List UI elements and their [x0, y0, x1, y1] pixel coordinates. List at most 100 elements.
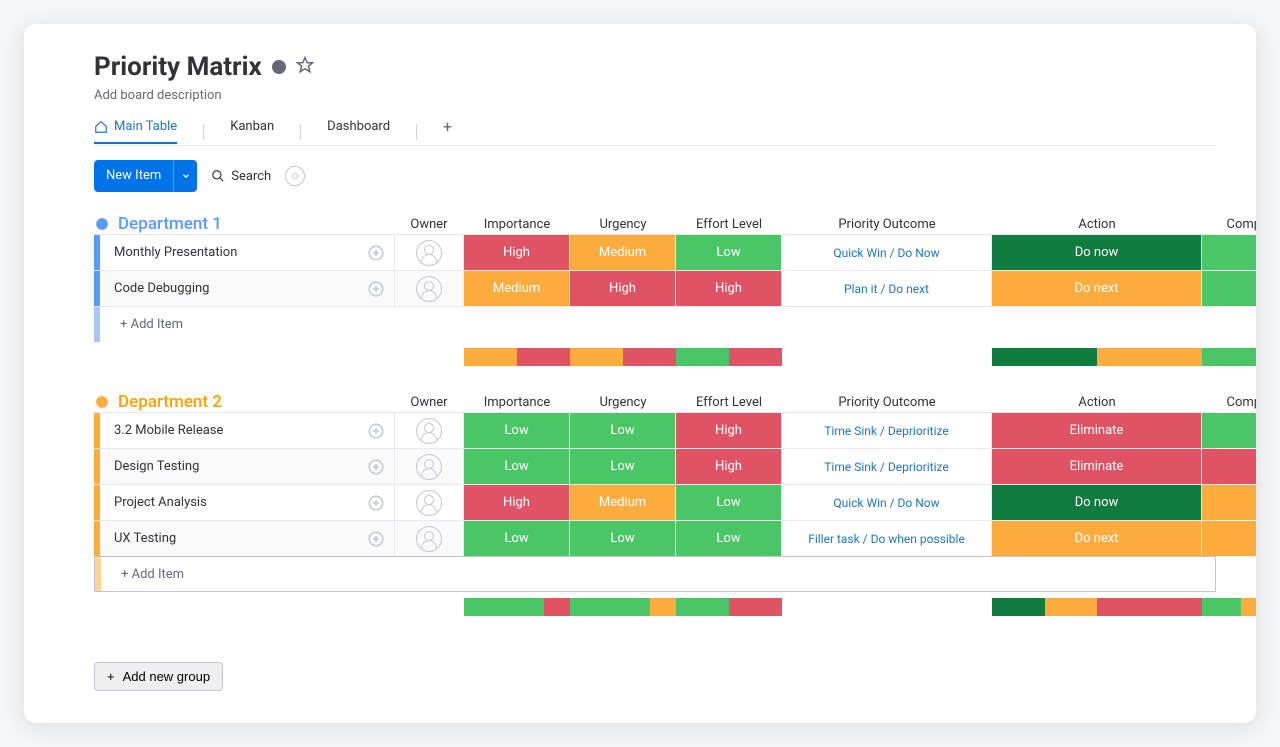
importance-cell[interactable]: High — [464, 485, 570, 520]
column-action[interactable]: Action — [992, 217, 1202, 232]
summary-action — [992, 598, 1202, 616]
add-tab-button[interactable]: + — [443, 117, 452, 146]
column-action[interactable]: Action — [992, 395, 1202, 410]
priority-cell[interactable]: Time Sink / Deprioritize — [782, 449, 992, 484]
effort-cell[interactable]: Low — [676, 235, 782, 270]
action-cell[interactable]: Eliminate — [992, 413, 1202, 448]
item-name-cell[interactable]: 3.2 Mobile Release — [94, 413, 394, 448]
effort-cell[interactable]: High — [676, 449, 782, 484]
urgency-cell[interactable]: Low — [570, 413, 676, 448]
board-description[interactable]: Add board description — [94, 88, 1216, 103]
urgency-cell[interactable]: Medium — [570, 485, 676, 520]
effort-cell[interactable]: High — [676, 271, 782, 306]
item-name-cell[interactable]: UX Testing — [94, 521, 394, 556]
urgency-cell[interactable]: Low — [570, 449, 676, 484]
person-icon — [416, 418, 442, 444]
completion-cell[interactable]: Pending — [1202, 485, 1256, 520]
action-cell[interactable]: Do next — [992, 521, 1202, 556]
add-subitem-icon[interactable] — [366, 279, 386, 299]
tab-kanban[interactable]: Kanban — [230, 119, 274, 144]
completion-cell[interactable]: Done — [1202, 235, 1256, 270]
tabs-row: Main Table Kanban Dashboard + — [94, 117, 1216, 146]
table-row[interactable]: Code Debugging Medium High High Plan it … — [94, 270, 1216, 306]
add-subitem-icon[interactable] — [366, 529, 386, 549]
owner-cell[interactable] — [394, 521, 464, 556]
column-urgency[interactable]: Urgency — [570, 395, 676, 410]
owner-cell[interactable] — [394, 413, 464, 448]
effort-cell[interactable]: Low — [676, 521, 782, 556]
column-owner[interactable]: Owner — [394, 217, 464, 232]
tab-main-table[interactable]: Main Table — [94, 119, 177, 144]
column-owner[interactable]: Owner — [394, 395, 464, 410]
item-name-cell[interactable]: Project Analysis — [94, 485, 394, 520]
add-item-row[interactable]: + Add Item — [94, 306, 1216, 342]
table-row[interactable]: Monthly Presentation High Medium Low Qui… — [94, 234, 1216, 270]
person-filter-icon[interactable] — [285, 166, 305, 186]
importance-cell[interactable]: Medium — [464, 271, 570, 306]
table-row[interactable]: Design Testing Low Low High Time Sink / … — [94, 448, 1216, 484]
owner-cell[interactable] — [394, 235, 464, 270]
collapse-icon[interactable] — [94, 216, 110, 232]
importance-cell[interactable]: Low — [464, 521, 570, 556]
completion-cell[interactable]: Done — [1202, 413, 1256, 448]
priority-cell[interactable]: Filler task / Do when possible — [782, 521, 992, 556]
importance-cell[interactable]: Low — [464, 413, 570, 448]
effort-cell[interactable]: High — [676, 413, 782, 448]
item-name-cell[interactable]: Design Testing — [94, 449, 394, 484]
summary-row — [94, 348, 1216, 366]
priority-cell[interactable]: Quick Win / Do Now — [782, 485, 992, 520]
column-priority[interactable]: Priority Outcome — [782, 395, 992, 410]
search-button[interactable]: Search — [211, 169, 271, 184]
info-icon[interactable] — [272, 60, 286, 74]
importance-cell[interactable]: Low — [464, 449, 570, 484]
importance-cell[interactable]: High — [464, 235, 570, 270]
urgency-cell[interactable]: High — [570, 271, 676, 306]
column-completion[interactable]: Completion status — [1202, 395, 1256, 410]
urgency-cell[interactable]: Medium — [570, 235, 676, 270]
owner-cell[interactable] — [394, 271, 464, 306]
completion-cell[interactable]: Pending — [1202, 521, 1256, 556]
priority-cell[interactable]: Plan it / Do next — [782, 271, 992, 306]
add-group-button[interactable]: + Add new group — [94, 662, 223, 691]
action-cell[interactable]: Do now — [992, 485, 1202, 520]
new-item-dropdown[interactable] — [173, 160, 197, 192]
home-icon — [94, 120, 108, 134]
new-item-button[interactable]: New Item — [94, 160, 197, 192]
group-title[interactable]: Department 2 — [94, 392, 394, 412]
add-subitem-icon[interactable] — [366, 421, 386, 441]
owner-cell[interactable] — [394, 485, 464, 520]
search-icon — [211, 169, 225, 183]
priority-cell[interactable]: Quick Win / Do Now — [782, 235, 992, 270]
item-name-cell[interactable]: Monthly Presentation — [94, 235, 394, 270]
summary-urgency — [570, 598, 676, 616]
column-importance[interactable]: Importance — [464, 217, 570, 232]
add-subitem-icon[interactable] — [366, 457, 386, 477]
table-row[interactable]: UX Testing Low Low Low Filler task / Do … — [94, 520, 1216, 556]
add-subitem-icon[interactable] — [366, 493, 386, 513]
board-title[interactable]: Priority Matrix — [94, 52, 262, 82]
group-title[interactable]: Department 1 — [94, 214, 394, 234]
column-completion[interactable]: Completion status — [1202, 217, 1256, 232]
tab-dashboard[interactable]: Dashboard — [327, 119, 390, 144]
item-name-cell[interactable]: Code Debugging — [94, 271, 394, 306]
collapse-icon[interactable] — [94, 394, 110, 410]
action-cell[interactable]: Do next — [992, 271, 1202, 306]
column-priority[interactable]: Priority Outcome — [782, 217, 992, 232]
column-effort[interactable]: Effort Level — [676, 395, 782, 410]
star-icon[interactable] — [296, 56, 314, 78]
table-row[interactable]: Project Analysis High Medium Low Quick W… — [94, 484, 1216, 520]
add-item-row[interactable]: + Add Item — [94, 556, 1216, 592]
effort-cell[interactable]: Low — [676, 485, 782, 520]
urgency-cell[interactable]: Low — [570, 521, 676, 556]
completion-cell[interactable]: Stuck — [1202, 449, 1256, 484]
completion-cell[interactable]: Done — [1202, 271, 1256, 306]
action-cell[interactable]: Do now — [992, 235, 1202, 270]
priority-cell[interactable]: Time Sink / Deprioritize — [782, 413, 992, 448]
column-urgency[interactable]: Urgency — [570, 217, 676, 232]
table-row[interactable]: 3.2 Mobile Release Low Low High Time Sin… — [94, 412, 1216, 448]
column-importance[interactable]: Importance — [464, 395, 570, 410]
column-effort[interactable]: Effort Level — [676, 217, 782, 232]
action-cell[interactable]: Eliminate — [992, 449, 1202, 484]
owner-cell[interactable] — [394, 449, 464, 484]
add-subitem-icon[interactable] — [366, 243, 386, 263]
